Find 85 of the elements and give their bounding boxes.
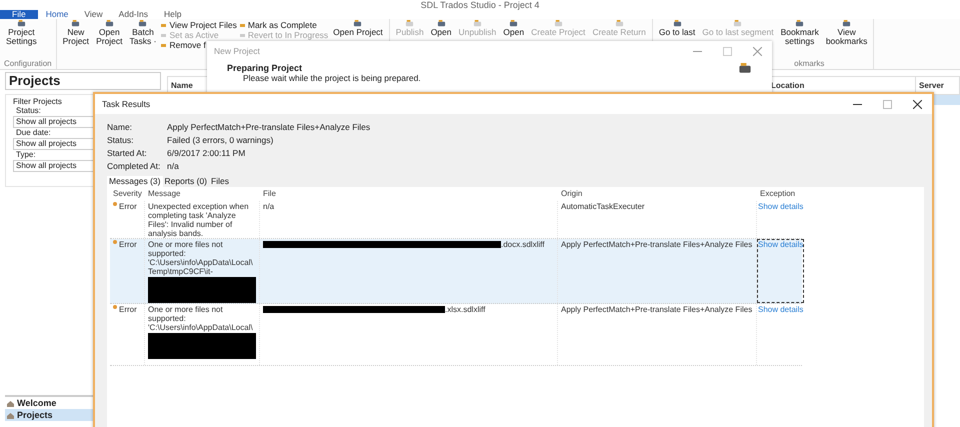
ribbon-button[interactable]: Open Project <box>94 19 125 59</box>
ribbon-button[interactable]: New Project <box>60 19 92 59</box>
column-header: File <box>262 188 277 200</box>
table-cell: Apply PerfectMatch+Pre-translate Files+Analyze Files <box>561 305 752 314</box>
table-cell-text: One or more files not supported: 'C:\Users\info\AppData\Local\ Temp\tmpC9CF\it- <box>148 240 254 276</box>
column-header: Severity <box>112 188 143 200</box>
folder-icon <box>733 20 742 28</box>
tab[interactable]: Messages (3) <box>107 176 162 187</box>
folder-icon <box>672 20 682 28</box>
ribbon-button[interactable]: Mark as Complete <box>240 20 328 30</box>
group-label: Configuration <box>4 59 52 69</box>
close-icon <box>752 46 762 56</box>
show-details-link[interactable]: Show details <box>757 201 804 238</box>
table-cell-text: One or more files not supported: 'C:\Users\info\AppData\Local\ <box>148 305 254 332</box>
column-header: Origin <box>560 188 584 200</box>
table-cell: Error <box>119 240 137 249</box>
ribbon-button[interactable]: Project Settings <box>4 19 39 59</box>
folder-icon <box>738 63 752 74</box>
error-icon <box>113 240 117 244</box>
folder-icon <box>138 20 148 28</box>
filter-title: Filter Projects <box>13 97 62 106</box>
filter-label: Status: <box>15 106 41 116</box>
table-cell: Apply PerfectMatch+Pre-translate Files+Analyze Files <box>561 240 752 249</box>
table-cell-text: Unexpected exception when completing task 'Analyze Files': Invalid number of analysis bands. <box>148 202 250 238</box>
ribbon-button[interactable]: Go to last <box>656 19 698 59</box>
show-details-link[interactable]: Show details <box>757 304 804 365</box>
ribbon-button[interactable]: Open <box>501 19 526 59</box>
column-header: Message <box>147 188 182 200</box>
folder-icon <box>554 20 563 28</box>
detail-label: Started At: <box>107 148 148 158</box>
ribbon-button[interactable]: View Project Files <box>161 20 237 30</box>
show-details-link[interactable]: Show details <box>757 239 804 303</box>
tab[interactable]: Reports (0) <box>162 176 210 187</box>
table-cell: Error <box>119 202 137 211</box>
folder-icon <box>509 20 518 28</box>
table-row[interactable]: Error One or more files not supported: 'C:\Users\info\AppData\Local\ .xlsx.sdlxliff Apply PerfectMatch+Pre-translate Files+Analyze Files Show details <box>110 304 802 366</box>
detail-value: 6/9/2017 2:00:11 PM <box>167 148 246 158</box>
filter-label: Type: <box>15 150 36 160</box>
filter-label: Due date: <box>15 128 51 138</box>
detail-value: Apply PerfectMatch+Pre-translate Files+Analyze Files <box>167 122 372 132</box>
ribbon-button[interactable]: Open Project <box>331 19 385 59</box>
folder-icon <box>16 20 26 28</box>
menu-tab[interactable]: Help <box>156 10 190 19</box>
file-menu[interactable]: File <box>0 10 38 19</box>
tab[interactable]: Files <box>209 176 231 187</box>
folder-icon <box>353 20 362 28</box>
table-cell: AutomaticTaskExecuter <box>561 202 645 211</box>
table-cell: Error <box>119 305 137 314</box>
maximize-icon <box>722 46 732 56</box>
folder-icon <box>472 20 482 28</box>
column-header: Exception <box>759 188 796 200</box>
group-label: okmarks <box>794 59 824 69</box>
table-row[interactable]: Error One or more files not supported: 'C:\Users\info\AppData\Local\ Temp\tmpC9CF\it- .docx.sdlxliff Apply PerfectMatch+Pre-translate Files+Analyze Files Show details <box>110 239 802 304</box>
folder-icon <box>842 20 852 28</box>
progress-message: Please wait while the project is being prepared. <box>242 73 422 83</box>
dialog-title: New Project <box>214 46 261 56</box>
window-title: SDL Trados Studio - Project 4 <box>420 0 540 10</box>
folder-icon <box>104 20 114 28</box>
table-cell: .xlsx.sdlxliff <box>445 305 486 314</box>
folder-icon <box>405 20 414 28</box>
ribbon-button[interactable]: Batch Tasks · <box>128 19 158 59</box>
folder-icon <box>795 20 804 28</box>
table-cell: n/a <box>263 202 274 211</box>
maximize-icon <box>882 100 892 108</box>
detail-value: n/a <box>167 161 180 171</box>
ribbon-button[interactable]: Bookmark settings <box>778 19 821 59</box>
folder-icon <box>436 20 446 28</box>
folder-icon <box>614 20 624 28</box>
ribbon-button[interactable]: View bookmarks <box>824 19 870 59</box>
menu-tab[interactable]: Home <box>38 10 76 19</box>
close-icon <box>912 100 922 108</box>
ribbon-button[interactable]: Open <box>428 19 454 59</box>
detail-value: Failed (3 errors, 0 warnings) <box>167 135 274 145</box>
menu-tab[interactable]: View <box>76 10 111 19</box>
panel-title: Projects <box>5 72 161 90</box>
menu-tab[interactable]: Add-Ins <box>110 10 156 19</box>
minimize-icon <box>692 50 702 52</box>
table-cell: .docx.sdlxliff <box>501 240 544 249</box>
progress-heading: Preparing Project <box>227 63 304 73</box>
detail-label: Status: <box>107 135 134 145</box>
folder-icon <box>71 20 80 28</box>
error-icon <box>113 305 117 309</box>
error-icon <box>113 202 117 206</box>
dialog-title: Task Results <box>102 99 152 109</box>
table-row[interactable]: Error Unexpected exception when completing task 'Analyze Files': Invalid number of analysis bands. n/a AutomaticTaskExecuter Show details <box>110 201 802 239</box>
